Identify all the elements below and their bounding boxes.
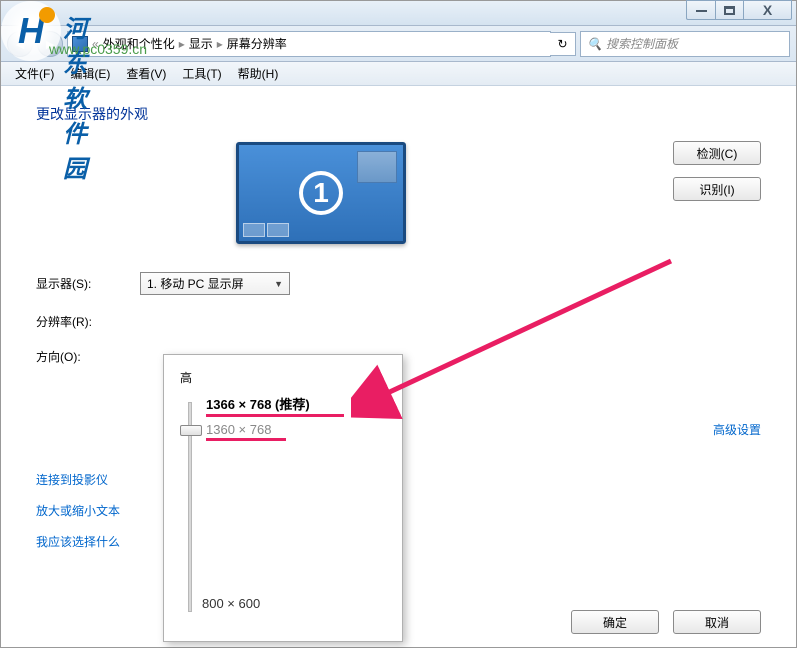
menu-edit[interactable]: 编辑(E) <box>62 62 118 85</box>
identify-button[interactable]: 识别(I) <box>673 177 761 201</box>
breadcrumb-item-display[interactable]: 显示 <box>189 35 213 52</box>
back-arrow-icon: ◄ <box>13 36 27 52</box>
menu-tools[interactable]: 工具(T) <box>174 62 229 85</box>
breadcrumb-item-appearance[interactable]: 外观和个性化 <box>103 35 175 52</box>
address-bar: ◄ ► « 外观和个性化 ▸ 显示 ▸ 屏幕分辨率 ↻ 🔍 搜索控制面板 <box>1 26 796 62</box>
breadcrumb-sep-1: ▸ <box>179 37 185 51</box>
resolution-label: 分辨率(R): <box>36 313 140 330</box>
ok-button[interactable]: 确定 <box>571 610 659 634</box>
display-select[interactable]: 1. 移动 PC 显示屏 ▼ <box>140 272 290 295</box>
monitor-preview[interactable]: 1 <box>236 142 406 244</box>
window-titlebar: X <box>1 1 796 26</box>
monitor-number: 1 <box>299 171 343 215</box>
slider-track-wrap: 1366 × 768 (推荐) 1360 × 768 800 × 600 <box>188 398 392 618</box>
nav-forward-button[interactable]: ► <box>37 31 63 57</box>
related-links: 连接到投影仪 放大或缩小文本 我应该选择什么 <box>36 471 120 550</box>
resolution-field-row: 分辨率(R): <box>36 313 761 330</box>
menu-file[interactable]: 文件(F) <box>7 62 62 85</box>
side-buttons: 检测(C) 识别(I) <box>673 141 761 201</box>
search-icon: 🔍 <box>587 37 602 51</box>
breadcrumb-back: « <box>92 37 99 51</box>
orientation-label: 方向(O): <box>36 348 140 365</box>
link-whichres[interactable]: 我应该选择什么 <box>36 533 120 550</box>
resolution-option-recommended[interactable]: 1366 × 768 (推荐) <box>206 394 310 413</box>
monitor-task-1 <box>243 223 265 237</box>
minimize-icon <box>696 9 707 12</box>
breadcrumb[interactable]: « 外观和个性化 ▸ 显示 ▸ 屏幕分辨率 <box>67 31 551 57</box>
maximize-icon <box>724 6 735 15</box>
menu-help[interactable]: 帮助(H) <box>230 62 287 85</box>
breadcrumb-sep-2: ▸ <box>217 37 223 51</box>
detect-button[interactable]: 检测(C) <box>673 141 761 165</box>
chevron-down-icon: ▼ <box>274 279 283 289</box>
page-title: 更改显示器的外观 <box>36 104 761 124</box>
close-icon: X <box>763 2 772 18</box>
refresh-icon: ↻ <box>557 37 567 51</box>
search-input[interactable]: 🔍 搜索控制面板 <box>580 31 790 57</box>
monitor-mini-window <box>357 151 397 183</box>
resolution-option-1360[interactable]: 1360 × 768 <box>206 422 271 437</box>
display-value: 1. 移动 PC 显示屏 <box>147 275 244 292</box>
display-label: 显示器(S): <box>36 275 140 292</box>
refresh-button[interactable]: ↻ <box>550 32 576 56</box>
breadcrumb-item-resolution[interactable]: 屏幕分辨率 <box>227 35 287 52</box>
dialog-buttons: 确定 取消 <box>571 610 761 634</box>
content-area: 更改显示器的外观 1 检测(C) 识别(I) 显示器(S): 1. 移动 PC … <box>1 86 796 646</box>
monitor-preview-row: 1 <box>36 142 761 244</box>
display-field-row: 显示器(S): 1. 移动 PC 显示屏 ▼ <box>36 272 761 295</box>
link-textsize[interactable]: 放大或缩小文本 <box>36 502 120 519</box>
nav-back-button[interactable]: ◄ <box>7 31 33 57</box>
monitor-task-2 <box>267 223 289 237</box>
advanced-settings-link[interactable]: 高级设置 <box>713 421 761 438</box>
search-placeholder: 搜索控制面板 <box>606 35 678 52</box>
menu-view[interactable]: 查看(V) <box>118 62 174 85</box>
resolution-slider-track[interactable] <box>188 402 192 612</box>
monitor-taskbar <box>243 223 399 237</box>
resolution-option-800[interactable]: 800 × 600 <box>202 596 260 611</box>
forward-arrow-icon: ► <box>43 36 57 52</box>
maximize-button[interactable] <box>715 0 744 20</box>
menu-bar: 文件(F) 编辑(E) 查看(V) 工具(T) 帮助(H) <box>1 62 796 86</box>
resolution-slider-popup: 高 1366 × 768 (推荐) 1360 × 768 800 × 600 <box>163 354 403 642</box>
link-projector[interactable]: 连接到投影仪 <box>36 471 120 488</box>
panel-icon <box>72 36 88 52</box>
close-button[interactable]: X <box>744 0 792 20</box>
cancel-button[interactable]: 取消 <box>673 610 761 634</box>
minimize-button[interactable] <box>686 0 715 20</box>
resolution-slider-thumb[interactable] <box>180 425 202 436</box>
slider-high-label: 高 <box>180 369 392 386</box>
